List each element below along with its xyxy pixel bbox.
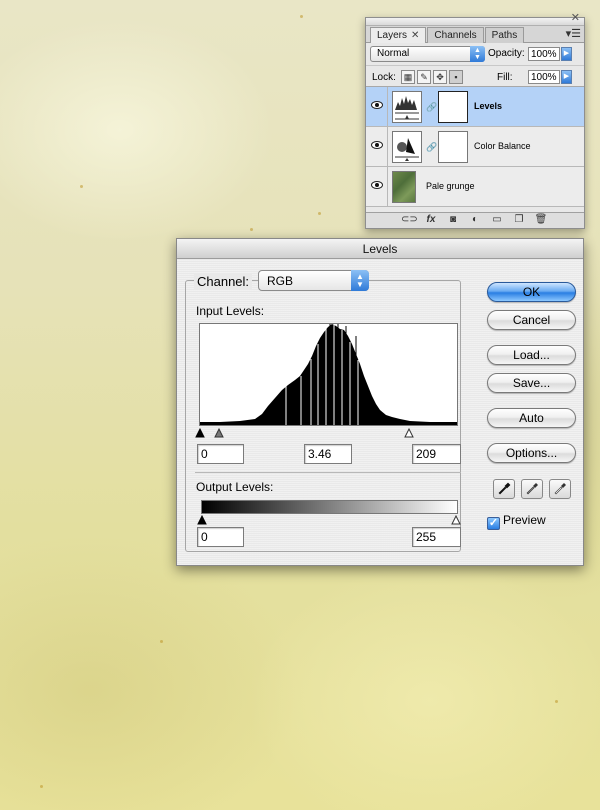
lock-label: Lock: [372, 72, 396, 83]
mask-icon[interactable]: ◙ [445, 214, 461, 228]
cancel-button[interactable]: Cancel [487, 310, 576, 330]
new-layer-icon[interactable]: ❐ [511, 214, 527, 228]
input-white-field[interactable]: 209 [412, 444, 461, 464]
select-arrows-icon: ▲ ▼ [470, 46, 485, 62]
output-levels-slider[interactable] [197, 515, 461, 525]
opacity-label: Opacity: [488, 48, 525, 59]
tab-paths[interactable]: Paths [484, 27, 525, 43]
fill-arrow-icon[interactable]: ▶ [561, 70, 572, 84]
eye-icon [371, 141, 383, 149]
layer-row-levels[interactable]: 🔗 Levels [366, 87, 584, 127]
layer-row-pale-grunge[interactable]: Pale grunge [366, 167, 584, 207]
section-divider [195, 472, 461, 473]
output-white-slider-handle[interactable] [451, 515, 461, 525]
panel-menu-icon[interactable]: ▾☰ [566, 27, 581, 40]
layer-image-thumbnail [392, 171, 416, 203]
black-eyedropper-icon[interactable] [493, 479, 515, 499]
input-levels-slider[interactable] [195, 428, 458, 440]
tab-channels[interactable]: Channels [427, 27, 484, 43]
save-button[interactable]: Save... [487, 373, 576, 393]
folder-icon[interactable]: ▭ [489, 214, 505, 228]
close-icon[interactable]: ✕ [571, 12, 580, 24]
layers-panel-titlebar[interactable]: ✕ [366, 12, 584, 26]
black-point-slider-handle[interactable] [195, 428, 205, 438]
lock-position-icon[interactable]: ✥ [433, 70, 447, 84]
lock-transparency-icon[interactable]: ▦ [401, 70, 415, 84]
layer-name: Pale grunge [426, 181, 475, 191]
lock-all-icon[interactable]: ▪ [449, 70, 463, 84]
texture-speck [160, 640, 163, 643]
chain-link-icon[interactable]: 🔗 [426, 102, 437, 113]
fill-field[interactable]: 100% [528, 70, 560, 84]
visibility-toggle[interactable] [366, 87, 388, 127]
layers-panel-footer: ⊂⊃ fx ◙ ◐ ▭ ❐ 🗑 [366, 212, 584, 228]
gray-eyedropper-icon[interactable] [521, 479, 543, 499]
preview-checkbox[interactable]: ✓ Preview [487, 513, 546, 530]
eye-icon [371, 101, 383, 109]
channel-select[interactable]: RGB ▲ ▼ [258, 270, 369, 291]
texture-speck [555, 700, 558, 703]
channel-label: Channel: [194, 274, 253, 289]
white-point-slider-handle[interactable] [404, 428, 414, 438]
input-black-field[interactable]: 0 [197, 444, 244, 464]
opacity-arrow-icon[interactable]: ▶ [561, 47, 572, 61]
texture-speck [40, 785, 43, 788]
input-gamma-field[interactable]: 3.46 [304, 444, 352, 464]
checkmark-icon[interactable]: ✓ [487, 517, 500, 530]
gamma-slider-handle[interactable] [214, 428, 224, 438]
fill-label: Fill: [497, 72, 513, 83]
output-levels-label: Output Levels: [196, 480, 274, 494]
layer-mask-thumbnail[interactable] [438, 91, 468, 123]
dialog-title[interactable]: Levels [177, 239, 583, 259]
blend-mode-select[interactable]: Normal ▲ ▼ [370, 46, 485, 62]
layers-panel: ✕ Layers ✕ Channels Paths ▾☰ Normal ▲ ▼ Op… [365, 12, 585, 229]
visibility-toggle[interactable] [366, 127, 388, 167]
options-button[interactable]: Options... [487, 443, 576, 463]
layer-row-color-balance[interactable]: 🔗 Color Balance [366, 127, 584, 167]
fx-icon[interactable]: fx [423, 214, 439, 228]
blend-row: Normal ▲ ▼ Opacity: 100% ▶ [366, 43, 584, 65]
layers-panel-tabs: Layers ✕ Channels Paths ▾☰ [366, 26, 584, 43]
texture-speck [250, 228, 253, 231]
ok-button[interactable]: OK [487, 282, 576, 302]
auto-button[interactable]: Auto [487, 408, 576, 428]
close-tab-icon[interactable]: ✕ [411, 30, 419, 41]
layer-name: Color Balance [474, 141, 531, 151]
eye-icon [371, 181, 383, 189]
chain-link-icon[interactable]: 🔗 [426, 142, 437, 153]
histogram [199, 323, 458, 426]
texture-speck [300, 15, 303, 18]
output-white-field[interactable]: 255 [412, 527, 461, 547]
output-black-field[interactable]: 0 [197, 527, 244, 547]
opacity-field[interactable]: 100% [528, 47, 560, 61]
layer-name: Levels [474, 101, 503, 111]
adjustment-icon[interactable]: ◐ [467, 214, 483, 228]
color-balance-adjustment-icon [392, 131, 422, 163]
levels-dialog: Levels Channel: RGB ▲ ▼ Input Levels: 0 … [176, 238, 584, 566]
histogram-graph [200, 324, 457, 425]
texture-speck [80, 185, 83, 188]
tab-layers[interactable]: Layers ✕ [370, 27, 427, 43]
levels-adjustment-icon [392, 91, 422, 123]
lock-row: Lock: ▦ ✎ ✥ ▪ Fill: 100% ▶ [366, 65, 584, 87]
visibility-toggle[interactable] [366, 167, 388, 207]
output-black-slider-handle[interactable] [197, 515, 207, 525]
layer-mask-thumbnail[interactable] [438, 131, 468, 163]
trash-icon[interactable]: 🗑 [533, 214, 549, 228]
input-levels-label: Input Levels: [196, 304, 265, 318]
output-gradient-bar [201, 500, 458, 514]
select-arrows-icon: ▲ ▼ [351, 270, 369, 291]
link-icon[interactable]: ⊂⊃ [401, 214, 418, 228]
lock-image-icon[interactable]: ✎ [417, 70, 431, 84]
white-eyedropper-icon[interactable] [549, 479, 571, 499]
load-button[interactable]: Load... [487, 345, 576, 365]
texture-speck [318, 212, 321, 215]
